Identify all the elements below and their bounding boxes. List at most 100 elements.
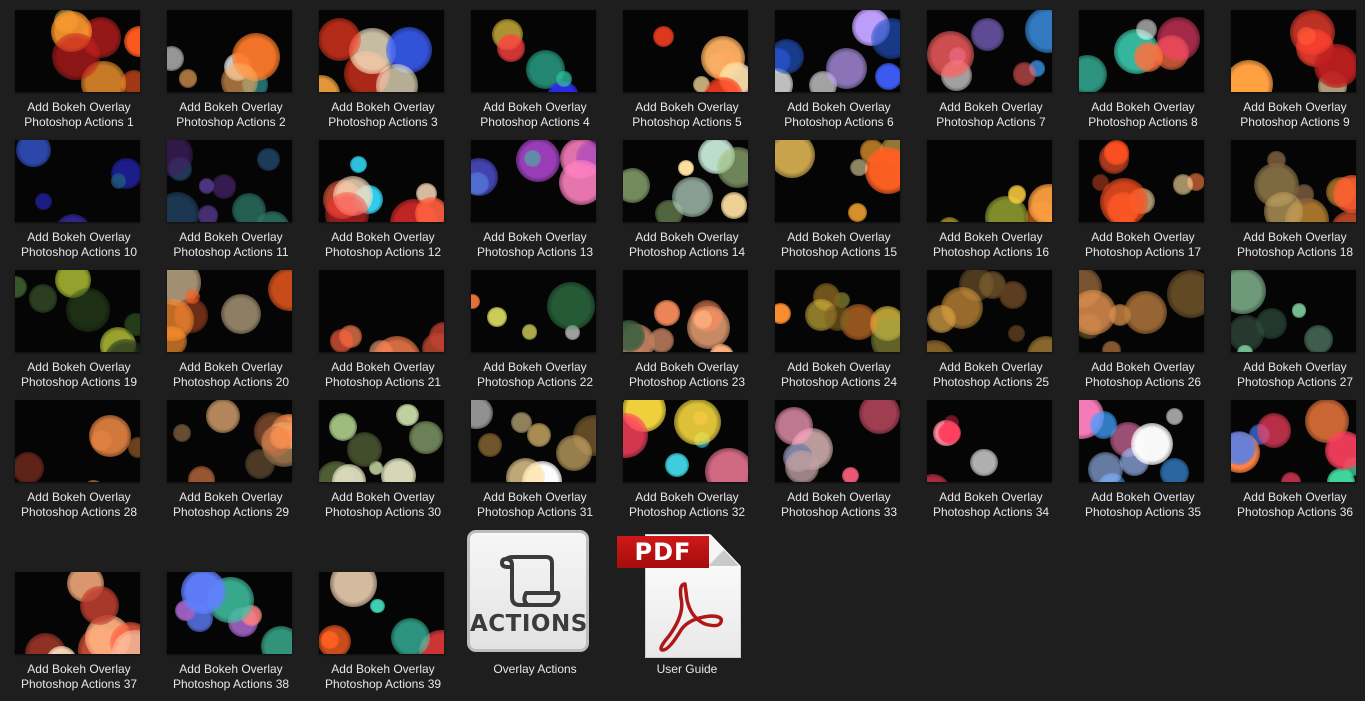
- file-name-line-1: Add Bokeh Overlay: [939, 100, 1043, 114]
- file-item[interactable]: Add Bokeh Overlay Photoshop Actions 34: [921, 400, 1061, 522]
- file-item[interactable]: Add Bokeh Overlay Photoshop Actions 2: [161, 10, 301, 132]
- file-item[interactable]: Add Bokeh Overlay Photoshop Actions 29: [161, 400, 301, 522]
- file-item[interactable]: Add Bokeh Overlay Photoshop Actions 1: [9, 10, 149, 132]
- bokeh-light: [471, 158, 498, 196]
- file-item[interactable]: Add Bokeh Overlay Photoshop Actions 11: [161, 140, 301, 262]
- file-item[interactable]: Add Bokeh Overlay Photoshop Actions 3: [313, 10, 453, 132]
- bokeh-light: [1089, 411, 1118, 439]
- file-item[interactable]: Add Bokeh Overlay Photoshop Actions 25: [921, 270, 1061, 392]
- bokeh-light: [1123, 290, 1168, 335]
- bokeh-light: [1165, 407, 1183, 426]
- bokeh-light: [775, 407, 813, 445]
- file-name-line-1: Add Bokeh Overlay: [939, 230, 1043, 244]
- file-name-line-1: Add Bokeh Overlay: [787, 230, 891, 244]
- bokeh-thumbnail: [623, 140, 748, 222]
- file-name: Add Bokeh Overlay Photoshop Actions 20: [161, 360, 301, 390]
- bokeh-light: [497, 34, 525, 62]
- bokeh-light: [970, 448, 998, 476]
- file-item[interactable]: Add Bokeh Overlay Photoshop Actions 23: [617, 270, 757, 392]
- file-item[interactable]: Add Bokeh Overlay Photoshop Actions 30: [313, 400, 453, 522]
- file-item[interactable]: Add Bokeh Overlay Photoshop Actions 27: [1225, 270, 1365, 392]
- bokeh-light: [864, 147, 900, 194]
- bokeh-light: [1104, 140, 1129, 165]
- bokeh-light: [998, 281, 1028, 310]
- bokeh-light: [654, 300, 680, 326]
- file-item[interactable]: Add Bokeh Overlay Photoshop Actions 15: [769, 140, 909, 262]
- bokeh-thumbnail: [623, 270, 748, 352]
- file-name-line-2: Photoshop Actions 28: [20, 505, 138, 519]
- file-name: Add Bokeh Overlay Photoshop Actions 10: [9, 230, 149, 260]
- bokeh-light: [652, 26, 675, 48]
- file-item[interactable]: Add Bokeh Overlay Photoshop Actions 38: [161, 572, 301, 694]
- file-item[interactable]: Add Bokeh Overlay Photoshop Actions 17: [1073, 140, 1213, 262]
- file-name-line-1: Add Bokeh Overlay: [635, 490, 739, 504]
- file-item[interactable]: Add Bokeh Overlay Photoshop Actions 19: [9, 270, 149, 392]
- file-name-line-1: Add Bokeh Overlay: [1091, 490, 1195, 504]
- file-item[interactable]: Add Bokeh Overlay Photoshop Actions 32: [617, 400, 757, 522]
- file-item[interactable]: Add Bokeh Overlay Photoshop Actions 8: [1073, 10, 1213, 132]
- file-name: Add Bokeh Overlay Photoshop Actions 35: [1073, 490, 1213, 520]
- file-name-line-1: Add Bokeh Overlay: [635, 230, 739, 244]
- file-name-line-2: Photoshop Actions 26: [1084, 375, 1202, 389]
- bokeh-light: [927, 340, 955, 352]
- file-item[interactable]: Add Bokeh Overlay Photoshop Actions 31: [465, 400, 605, 522]
- file-item[interactable]: Add Bokeh Overlay Photoshop Actions 16: [921, 140, 1061, 262]
- file-name: Add Bokeh Overlay Photoshop Actions 31: [465, 490, 605, 520]
- bokeh-light: [1159, 458, 1189, 482]
- bokeh-light: [672, 176, 713, 218]
- file-item[interactable]: Add Bokeh Overlay Photoshop Actions 35: [1073, 400, 1213, 522]
- bokeh-thumbnail: [927, 10, 1052, 92]
- bokeh-light: [841, 466, 859, 482]
- file-name-line-1: Add Bokeh Overlay: [787, 490, 891, 504]
- bokeh-light: [391, 618, 431, 654]
- file-name-line-1: Add Bokeh Overlay: [1243, 230, 1347, 244]
- file-item[interactable]: Add Bokeh Overlay Photoshop Actions 26: [1073, 270, 1213, 392]
- file-item[interactable]: Add Bokeh Overlay Photoshop Actions 7: [921, 10, 1061, 132]
- file-item[interactable]: Add Bokeh Overlay Photoshop Actions 9: [1225, 10, 1365, 132]
- file-name-line-2: Photoshop Actions 23: [628, 375, 746, 389]
- file-name-line-2: Photoshop Actions 2: [176, 115, 286, 129]
- file-item[interactable]: Add Bokeh Overlay Photoshop Actions 24: [769, 270, 909, 392]
- file-name-line-1: Add Bokeh Overlay: [635, 360, 739, 374]
- file-name-line-2: Photoshop Actions 10: [20, 245, 138, 259]
- actions-file-item[interactable]: ACTIONS Overlay Actions: [465, 530, 605, 676]
- file-item[interactable]: Add Bokeh Overlay Photoshop Actions 22: [465, 270, 605, 392]
- bokeh-light: [850, 159, 868, 177]
- file-item[interactable]: Add Bokeh Overlay Photoshop Actions 36: [1225, 400, 1365, 522]
- pdf-icon: PDF: [617, 530, 742, 658]
- acrobat-logo-icon: [659, 582, 724, 652]
- bokeh-light: [1130, 422, 1173, 466]
- file-item[interactable]: Add Bokeh Overlay Photoshop Actions 21: [313, 270, 453, 392]
- file-name: Add Bokeh Overlay Photoshop Actions 19: [9, 360, 149, 390]
- bokeh-light: [858, 400, 900, 435]
- file-name-line-2: Photoshop Actions 39: [324, 677, 442, 691]
- file-name-line-2: Photoshop Actions 34: [932, 505, 1050, 519]
- file-item[interactable]: Add Bokeh Overlay Photoshop Actions 33: [769, 400, 909, 522]
- file-item[interactable]: Add Bokeh Overlay Photoshop Actions 37: [9, 572, 149, 694]
- bokeh-light: [15, 451, 45, 482]
- file-item[interactable]: Add Bokeh Overlay Photoshop Actions 6: [769, 10, 909, 132]
- file-item[interactable]: Add Bokeh Overlay Photoshop Actions 20: [161, 270, 301, 392]
- bokeh-light: [1133, 42, 1164, 72]
- file-name-line-2: Photoshop Actions 21: [324, 375, 442, 389]
- file-name-line-1: Add Bokeh Overlay: [331, 230, 435, 244]
- file-item[interactable]: Add Bokeh Overlay Photoshop Actions 10: [9, 140, 149, 262]
- file-name-line-2: Photoshop Actions 12: [324, 245, 442, 259]
- file-item[interactable]: Add Bokeh Overlay Photoshop Actions 14: [617, 140, 757, 262]
- file-name: Add Bokeh Overlay Photoshop Actions 7: [921, 100, 1061, 130]
- bokeh-light: [471, 294, 481, 310]
- file-item[interactable]: Add Bokeh Overlay Photoshop Actions 4: [465, 10, 605, 132]
- file-item[interactable]: Add Bokeh Overlay Photoshop Actions 12: [313, 140, 453, 262]
- pdf-file-item[interactable]: PDF User Guide: [617, 530, 757, 676]
- file-item[interactable]: Add Bokeh Overlay Photoshop Actions 39: [313, 572, 453, 694]
- file-item[interactable]: Add Bokeh Overlay Photoshop Actions 18: [1225, 140, 1365, 262]
- file-item[interactable]: Add Bokeh Overlay Photoshop Actions 13: [465, 140, 605, 262]
- file-item[interactable]: Add Bokeh Overlay Photoshop Actions 5: [617, 10, 757, 132]
- file-name-line-1: Add Bokeh Overlay: [483, 360, 587, 374]
- bokeh-light: [674, 400, 721, 445]
- bokeh-light: [330, 572, 377, 607]
- file-item[interactable]: Add Bokeh Overlay Photoshop Actions 28: [9, 400, 149, 522]
- file-name-line-1: Add Bokeh Overlay: [483, 490, 587, 504]
- bokeh-thumbnail: [471, 140, 596, 222]
- file-name-line-2: Photoshop Actions 33: [780, 505, 898, 519]
